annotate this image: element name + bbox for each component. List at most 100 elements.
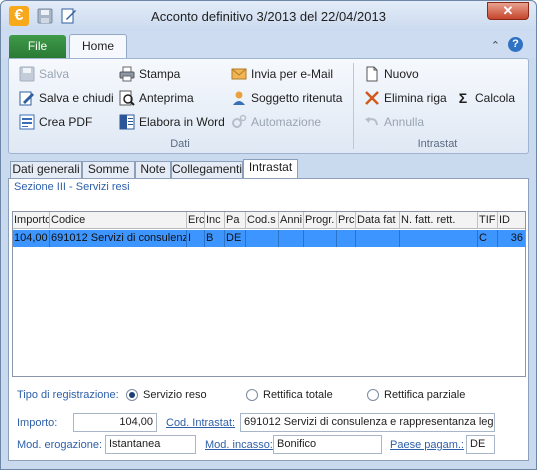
radio-rettifica-totale-label[interactable]: Rettifica totale — [263, 389, 333, 401]
elimina-riga-label: Elimina riga — [384, 91, 447, 105]
elimina-riga-button[interactable]: Elimina riga — [364, 88, 447, 108]
crea-pdf-button[interactable]: Crea PDF — [19, 112, 92, 132]
mod-erogazione-label: Mod. erogazione: — [17, 439, 102, 451]
paese-pagamento-label[interactable]: Paese pagam.: — [390, 439, 464, 451]
soggetto-ritenuta-label: Soggetto ritenuta — [251, 91, 343, 105]
soggetto-ritenuta-button[interactable]: Soggetto ritenuta — [231, 88, 342, 108]
mod-incasso-label[interactable]: Mod. incasso: — [205, 439, 273, 451]
grid-header: Importo Codice Erc Inc Pa Cod.s Anni Pro… — [13, 212, 525, 229]
nuovo-button[interactable]: Nuovo — [364, 64, 419, 84]
ribbon-group-separator — [353, 63, 354, 149]
nuovo-label: Nuovo — [384, 67, 419, 81]
col-header-inc[interactable]: Inc — [205, 212, 225, 229]
preview-icon — [119, 90, 135, 106]
delete-x-icon — [365, 91, 379, 105]
radio-rettifica-totale[interactable] — [246, 389, 258, 401]
invia-per-email-button[interactable]: Invia per e-Mail — [231, 64, 333, 84]
invia-per-email-label: Invia per e-Mail — [251, 67, 334, 81]
tab-somme[interactable]: Somme — [82, 161, 135, 178]
tab-collegamenti[interactable]: Collegamenti — [171, 161, 243, 178]
radio-rettifica-parziale[interactable] — [367, 389, 379, 401]
ribbon: Salva Salva e chiudi Crea PDF Stampa Ant… — [8, 58, 529, 154]
importo-field[interactable]: 104,00 — [73, 413, 157, 432]
salva-button[interactable]: Salva — [19, 64, 69, 84]
cell-importo[interactable]: 104,00 — [13, 230, 50, 247]
col-header-prc[interactable]: Prc — [337, 212, 356, 229]
cell-inc[interactable]: B — [205, 230, 225, 247]
col-header-importo[interactable]: Importo — [13, 212, 50, 229]
intrastat-panel: Sezione III - Servizi resi Importo Codic… — [8, 178, 529, 461]
col-header-codice[interactable]: Codice — [50, 212, 187, 229]
col-header-erc[interactable]: Erc — [187, 212, 205, 229]
tab-intrastat[interactable]: Intrastat — [243, 159, 298, 179]
undo-icon — [365, 117, 378, 126]
mod-incasso-field[interactable]: Bonifico — [273, 435, 382, 454]
elabora-in-word-label: Elabora in Word — [139, 115, 225, 129]
crea-pdf-label: Crea PDF — [39, 115, 93, 129]
radio-servizio-reso[interactable] — [126, 389, 138, 401]
col-header-anni[interactable]: Anni — [279, 212, 304, 229]
cell-data-fat[interactable] — [356, 230, 400, 247]
cell-prc[interactable] — [337, 230, 356, 247]
col-header-id[interactable]: ID — [498, 212, 525, 229]
help-icon[interactable]: ? — [508, 37, 523, 52]
col-header-progr[interactable]: Progr. — [304, 212, 337, 229]
save-icon — [19, 66, 35, 82]
salva-e-chiudi-label: Salva e chiudi — [39, 91, 114, 105]
content-tab-bar: Dati generali Somme Note Collegamenti In… — [8, 159, 529, 179]
sigma-icon: Σ — [458, 90, 468, 106]
paese-pagamento-field[interactable]: DE — [466, 435, 495, 454]
cell-id[interactable]: 36 — [498, 230, 525, 247]
col-header-data-fat[interactable]: Data fat — [356, 212, 400, 229]
collapse-ribbon-icon[interactable]: ⌃ — [491, 39, 500, 52]
radio-servizio-reso-label[interactable]: Servizio reso — [143, 389, 207, 401]
tab-home[interactable]: Home — [69, 34, 127, 59]
cell-progr[interactable] — [304, 230, 337, 247]
tab-note[interactable]: Note — [135, 161, 171, 178]
window-title: Acconto definitivo 3/2013 del 22/04/2013 — [151, 9, 386, 24]
anteprima-label: Anteprima — [139, 91, 194, 105]
salva-e-chiudi-button[interactable]: Salva e chiudi — [19, 88, 114, 108]
intrastat-grid[interactable]: Importo Codice Erc Inc Pa Cod.s Anni Pro… — [12, 211, 526, 377]
cell-tif[interactable]: C — [478, 230, 498, 247]
section-title: Sezione III - Servizi resi — [14, 181, 130, 193]
group-label-dati: Dati — [170, 138, 190, 150]
cell-n-fatt-rett[interactable] — [400, 230, 478, 247]
person-icon — [233, 91, 245, 105]
tab-file[interactable]: File — [9, 35, 66, 58]
close-button[interactable]: ✕ — [487, 2, 529, 20]
cod-intrastat-label[interactable]: Cod. Intrastat: — [166, 417, 235, 429]
importo-label: Importo: — [17, 417, 58, 429]
anteprima-button[interactable]: Anteprima — [119, 88, 194, 108]
word-icon — [119, 114, 135, 130]
tab-dati-generali[interactable]: Dati generali — [10, 161, 82, 178]
tipo-registrazione-label: Tipo di registrazione: — [17, 389, 119, 401]
elabora-in-word-button[interactable]: Elabora in Word — [119, 112, 225, 132]
stampa-button[interactable]: Stampa — [119, 64, 180, 84]
gear-icon — [232, 114, 247, 128]
annulla-button[interactable]: Annulla — [364, 112, 424, 132]
cell-cods[interactable] — [246, 230, 279, 247]
mod-erogazione-field[interactable]: Istantanea — [105, 435, 196, 454]
application-window: € Acconto definitivo 3/2013 del 22/04/20… — [0, 0, 537, 470]
col-header-tif[interactable]: TIF — [478, 212, 498, 229]
title-bar: € Acconto definitivo 3/2013 del 22/04/20… — [1, 1, 536, 31]
group-label-intrastat: Intrastat — [417, 138, 458, 150]
cell-erc[interactable]: I — [187, 230, 205, 247]
automazione-label: Automazione — [251, 115, 322, 129]
table-row[interactable]: 104,00 691012 Servizi di consulenz I B D… — [13, 230, 525, 247]
cell-anni[interactable] — [279, 230, 304, 247]
radio-rettifica-parziale-label[interactable]: Rettifica parziale — [384, 389, 465, 401]
save-close-icon — [19, 91, 34, 106]
cod-intrastat-field[interactable]: 691012 Servizi di consulenza e rappresen… — [240, 413, 495, 432]
col-header-n-fatt-rett[interactable]: N. fatt. rett. — [400, 212, 478, 229]
salva-label: Salva — [39, 67, 70, 81]
col-header-pa[interactable]: Pa — [225, 212, 246, 229]
col-header-cods[interactable]: Cod.s — [246, 212, 279, 229]
calcola-button[interactable]: Σ Calcola — [455, 88, 515, 108]
new-document-icon — [366, 66, 378, 82]
cell-pa[interactable]: DE — [225, 230, 246, 247]
automazione-button[interactable]: Automazione — [231, 112, 321, 132]
cell-codice[interactable]: 691012 Servizi di consulenz — [50, 230, 187, 247]
annulla-label: Annulla — [384, 115, 425, 129]
